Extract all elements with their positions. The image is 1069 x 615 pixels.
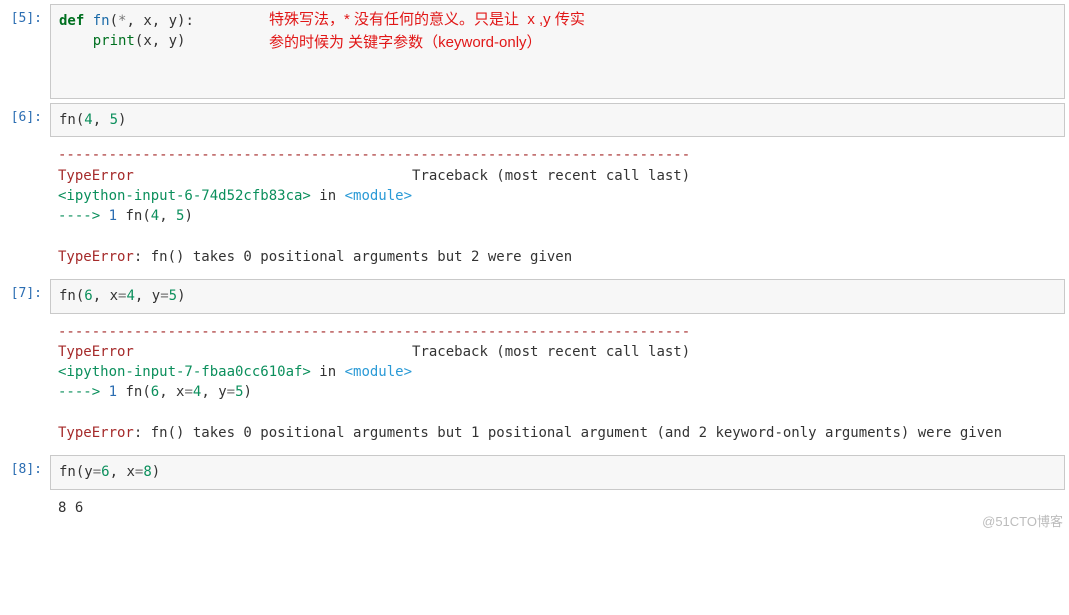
code-input-8[interactable]: fn(y=6, x=8) — [50, 455, 1065, 489]
tb-location: <ipython-input-6-74d52cfb83ca> — [58, 188, 311, 204]
eq: = — [184, 384, 192, 400]
kwarg: , y — [201, 384, 226, 400]
fn-call: fn — [59, 464, 76, 480]
traceback-6: ----------------------------------------… — [50, 141, 1065, 275]
keyword-def: def — [59, 13, 84, 29]
num: 4 — [84, 112, 92, 128]
comma: , — [159, 208, 176, 224]
paren: ( — [110, 13, 118, 29]
paren: ) — [118, 112, 126, 128]
stdout-8: 8 6 — [50, 494, 1065, 526]
watermark: @51CTO博客 — [982, 513, 1063, 532]
num: 6 — [84, 288, 92, 304]
tb-header: Traceback (most recent call last) — [412, 168, 690, 184]
fn-name: fn — [84, 13, 109, 29]
cell-7-output: . --------------------------------------… — [4, 318, 1065, 452]
tb-message: : fn() takes 0 positional arguments but … — [134, 249, 572, 265]
kwarg-key: x — [126, 464, 134, 480]
tb-error-type: TypeError — [58, 344, 134, 360]
comma: , — [110, 464, 127, 480]
num: 8 — [143, 464, 151, 480]
params: , x, y — [126, 13, 177, 29]
tb-dash: ----------------------------------------… — [58, 147, 690, 163]
eq: = — [160, 288, 168, 304]
num: 5 — [110, 112, 118, 128]
cell-5: [5]: def fn(*, x, y): print(x, y) 特殊写法，*… — [4, 4, 1065, 99]
code-input-7[interactable]: fn(6, x=4, y=5) — [50, 279, 1065, 313]
prompt-7: [7]: — [4, 279, 50, 304]
tb-message: : fn() takes 0 positional arguments but … — [134, 425, 1002, 441]
tb-call-fn: fn — [117, 384, 142, 400]
cell-6: [6]: fn(4, 5) — [4, 103, 1065, 137]
tb-arrow: ----> — [58, 208, 109, 224]
tb-location: <ipython-input-7-fbaa0cc610af> — [58, 364, 311, 380]
output-text: 8 6 — [58, 500, 83, 516]
paren: ) — [177, 33, 185, 49]
annotation-text: 特殊写法，* 没有任何的意义。只是让 x ,y 传实 参的时候为 关键字参数（k… — [269, 9, 585, 54]
paren: ) — [177, 288, 185, 304]
tb-error-type: TypeError — [58, 168, 134, 184]
tb-module: <module> — [345, 364, 412, 380]
tb-lineno: 1 — [109, 384, 117, 400]
tb-module: <module> — [345, 188, 412, 204]
prompt-6: [6]: — [4, 103, 50, 128]
tb-in: in — [311, 188, 345, 204]
num: 4 — [126, 288, 134, 304]
tb-call-fn: fn — [117, 208, 142, 224]
cell-8-output: . 8 6 — [4, 494, 1065, 526]
num: 5 — [235, 384, 243, 400]
cell-6-output: . --------------------------------------… — [4, 141, 1065, 275]
kwarg: , y — [135, 288, 160, 304]
cell-7: [7]: fn(6, x=4, y=5) — [4, 279, 1065, 313]
tb-header: Traceback (most recent call last) — [412, 344, 690, 360]
tb-in: in — [311, 364, 345, 380]
kwarg: , x — [159, 384, 184, 400]
paren: ) — [152, 464, 160, 480]
eq: = — [227, 384, 235, 400]
num: 6 — [101, 464, 109, 480]
tb-arrow: ----> — [58, 384, 109, 400]
paren: ) — [184, 208, 192, 224]
indent — [59, 33, 93, 49]
tb-error-type: TypeError — [58, 425, 134, 441]
fn-call: fn — [59, 112, 76, 128]
args: x, y — [143, 33, 177, 49]
eq: = — [93, 464, 101, 480]
tb-lineno: 1 — [109, 208, 117, 224]
prompt-5: [5]: — [4, 4, 50, 29]
traceback-7: ----------------------------------------… — [50, 318, 1065, 452]
prompt-8: [8]: — [4, 455, 50, 480]
kwarg-key: y — [84, 464, 92, 480]
code-input-6[interactable]: fn(4, 5) — [50, 103, 1065, 137]
comma: , — [93, 112, 110, 128]
tb-dash: ----------------------------------------… — [58, 324, 690, 340]
paren: ( — [142, 208, 150, 224]
code-input-5[interactable]: def fn(*, x, y): print(x, y) 特殊写法，* 没有任何… — [50, 4, 1065, 99]
builtin-print: print — [93, 33, 135, 49]
paren: ) — [244, 384, 252, 400]
num: 4 — [151, 208, 159, 224]
num: 6 — [151, 384, 159, 400]
kwarg: , x — [93, 288, 118, 304]
num: 5 — [169, 288, 177, 304]
tb-error-type: TypeError — [58, 249, 134, 265]
paren: ( — [142, 384, 150, 400]
fn-call: fn — [59, 288, 76, 304]
cell-8: [8]: fn(y=6, x=8) — [4, 455, 1065, 489]
colon: : — [185, 13, 193, 29]
